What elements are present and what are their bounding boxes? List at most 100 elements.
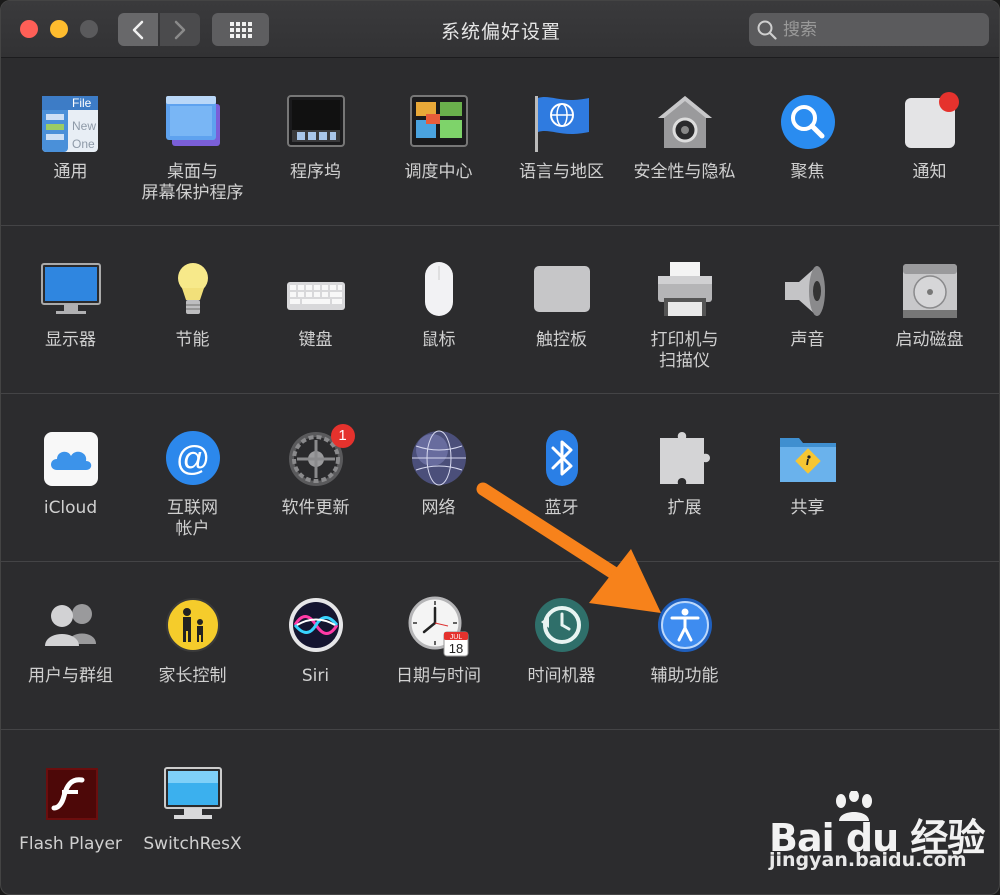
gear-icon: 1 [285, 424, 355, 490]
accessibility-icon [654, 596, 716, 658]
pane-label: 鼠标 [421, 330, 456, 350]
pane-switchresx[interactable]: SwitchResX [131, 764, 254, 855]
users-icon [40, 596, 102, 658]
desktop-screensaver-icon [162, 92, 224, 154]
clock-calendar-icon: JUL 18 [408, 596, 470, 658]
trackpad-icon [531, 260, 593, 322]
svg-text:JUL: JUL [449, 634, 462, 641]
svg-text:@: @ [175, 440, 210, 478]
pane-spotlight[interactable]: 聚焦 [746, 92, 869, 183]
siri-icon [285, 596, 347, 658]
pane-keyboard[interactable]: 键盘 [254, 260, 377, 351]
pane-internet-accounts[interactable]: @ 互联网 帐户 [131, 428, 254, 540]
pane-siri[interactable]: Siri [254, 596, 377, 687]
notifications-icon [899, 92, 961, 154]
pane-security-privacy[interactable]: 安全性与隐私 [623, 92, 746, 183]
pane-printers-scanners[interactable]: 打印机与 扫描仪 [623, 260, 746, 372]
pane-mouse[interactable]: 鼠标 [377, 260, 500, 351]
system-preferences-window: 系统偏好设置 File New One 通用 [0, 0, 1000, 895]
pane-label: 调度中心 [404, 162, 473, 182]
pane-energy-saver[interactable]: 节能 [131, 260, 254, 351]
pane-software-update[interactable]: 1 软件更新 [254, 424, 377, 519]
pane-extensions[interactable]: 扩展 [623, 428, 746, 519]
pane-label: 打印机与 扫描仪 [650, 330, 719, 371]
pane-language-region[interactable]: 语言与地区 [500, 92, 623, 183]
at-sign-icon: @ [162, 428, 224, 490]
house-lock-icon [654, 92, 716, 154]
pane-sound[interactable]: 声音 [746, 260, 869, 351]
pane-label: 通用 [53, 162, 88, 182]
pane-parental-controls[interactable]: 家长控制 [131, 596, 254, 687]
preferences-row-internet: iCloud @ 互联网 帐户 1 软件更新 网络 蓝牙 扩展 共享 [1, 394, 999, 562]
pane-label: 安全性与隐私 [633, 162, 736, 182]
pane-label: 互联网 帐户 [167, 498, 218, 539]
pane-date-time[interactable]: JUL 18 日期与时间 [377, 596, 500, 687]
pane-label: 日期与时间 [396, 666, 481, 686]
pane-label: 触控板 [536, 330, 587, 350]
globe-flag-icon [531, 92, 593, 154]
pane-label: 显示器 [45, 330, 96, 350]
pane-label: Siri [301, 666, 330, 686]
shared-folder-icon [777, 428, 839, 490]
pane-notifications[interactable]: 通知 [868, 92, 991, 183]
watermark-url: jingyan.baidu.com [769, 849, 967, 871]
search-input[interactable] [783, 19, 973, 40]
svg-text:New: New [72, 119, 96, 133]
mouse-icon [408, 260, 470, 322]
display-icon [40, 260, 102, 322]
pane-network[interactable]: 网络 [377, 428, 500, 519]
network-globe-icon [408, 428, 470, 490]
pane-label: 蓝牙 [544, 498, 579, 518]
pane-icloud[interactable]: iCloud [9, 428, 132, 519]
update-count-badge: 1 [330, 424, 355, 448]
hard-disk-icon [899, 260, 961, 322]
monitor-icon [162, 764, 224, 826]
pane-label: 键盘 [298, 330, 333, 350]
svg-text:One: One [72, 137, 95, 151]
pane-displays[interactable]: 显示器 [9, 260, 132, 351]
time-machine-icon [531, 596, 593, 658]
pane-mission-control[interactable]: 调度中心 [377, 92, 500, 183]
printer-icon [654, 260, 716, 322]
pane-label: 声音 [790, 330, 825, 350]
pane-label: 语言与地区 [519, 162, 604, 182]
pane-sharing[interactable]: 共享 [746, 428, 869, 519]
mission-control-icon [408, 92, 470, 154]
pane-label: SwitchResX [143, 834, 242, 854]
keyboard-icon [285, 260, 347, 322]
pane-label: 启动磁盘 [895, 330, 964, 350]
pane-label: 节能 [175, 330, 210, 350]
pane-bluetooth[interactable]: 蓝牙 [500, 428, 623, 519]
puzzle-icon [654, 428, 716, 490]
dock-icon [285, 92, 347, 154]
pane-label: iCloud [43, 498, 98, 518]
pane-general[interactable]: File New One 通用 [9, 92, 132, 183]
pane-label: 网络 [421, 498, 456, 518]
preferences-row-personal: File New One 通用 桌面与 屏幕保护程序 程序坞 调度中心 语言与地… [1, 58, 999, 226]
pane-accessibility[interactable]: 辅助功能 [623, 596, 746, 687]
cloud-icon [40, 428, 102, 490]
pane-desktop-screensaver[interactable]: 桌面与 屏幕保护程序 [131, 92, 254, 204]
general-icon: File New One [40, 92, 102, 154]
magnifier-icon [777, 92, 839, 154]
title-bar: 系统偏好设置 [1, 1, 999, 58]
search-icon [757, 20, 777, 40]
preferences-row-hardware: 显示器 节能 键盘 鼠标 触控板 打印机与 扫描仪 声音 启动磁盘 [1, 226, 999, 394]
pane-label: 软件更新 [281, 498, 350, 518]
pane-label: 通知 [912, 162, 947, 182]
pane-time-machine[interactable]: 时间机器 [500, 596, 623, 687]
search-field[interactable] [749, 13, 989, 46]
speaker-icon [777, 260, 839, 322]
pane-label: 扩展 [667, 498, 702, 518]
pane-label: 共享 [790, 498, 825, 518]
pane-startup-disk[interactable]: 启动磁盘 [868, 260, 991, 351]
lightbulb-icon [162, 260, 224, 322]
flash-icon [40, 764, 102, 826]
pane-trackpad[interactable]: 触控板 [500, 260, 623, 351]
svg-text:File: File [72, 96, 92, 110]
pane-label: 时间机器 [527, 666, 596, 686]
pane-label: 桌面与 屏幕保护程序 [141, 162, 244, 203]
pane-dock[interactable]: 程序坞 [254, 92, 377, 183]
pane-flash-player[interactable]: Flash Player [9, 764, 132, 855]
pane-users-groups[interactable]: 用户与群组 [9, 596, 132, 687]
